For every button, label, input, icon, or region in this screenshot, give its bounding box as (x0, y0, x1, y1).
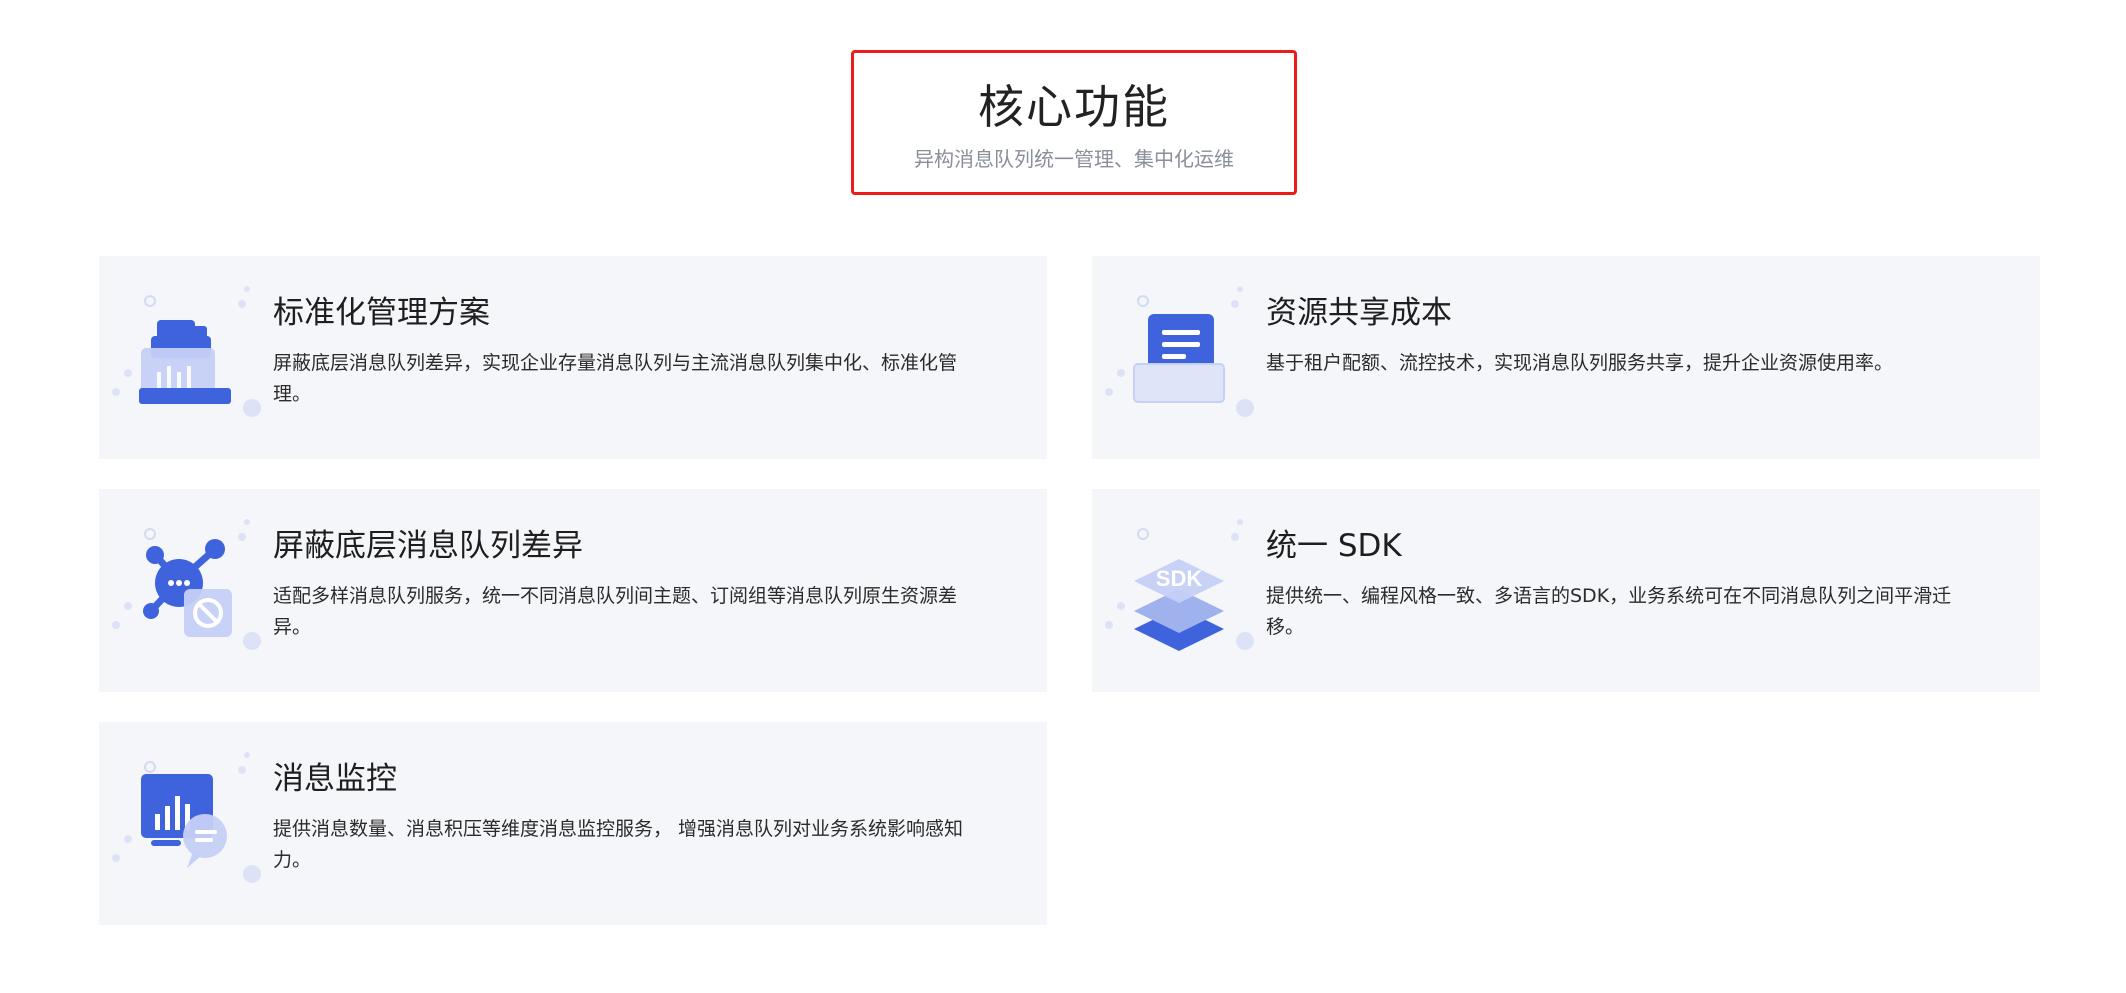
card-title: 消息监控 (273, 761, 397, 797)
card-description: 提供统一、编程风格一致、多语言的SDK，业务系统可在不同消息队列之间平滑迁移。 (1266, 585, 1952, 638)
sdk-icon-label: SDK (1156, 566, 1203, 591)
page-title: 核心功能 (978, 80, 1170, 134)
database-stack-icon (99, 256, 271, 459)
network-block-icon (99, 489, 271, 692)
card-title: 屏蔽底层消息队列差异 (273, 528, 583, 564)
feature-card-unified-sdk: SDK 统一 SDK 提供统一、编程风格一致、多语言的SDK，业务系统可在不同消… (1092, 489, 2040, 692)
card-description: 屏蔽底层消息队列差异，实现企业存量消息队列与主流消息队列集中化、标准化管理。 (273, 352, 958, 405)
card-description: 适配多样消息队列服务，统一不同消息队列间主题、订阅组等消息队列原生资源差异。 (273, 585, 958, 638)
feature-card-message-monitoring: 消息监控 提供消息数量、消息积压等维度消息监控服务， 增强消息队列对业务系统影响… (99, 722, 1047, 925)
monitor-chart-icon (99, 722, 271, 925)
page-subtitle: 异构消息队列统一管理、集中化运维 (914, 147, 1234, 171)
card-title: 标准化管理方案 (273, 295, 490, 331)
card-title: 资源共享成本 (1266, 295, 1452, 331)
document-tray-icon (1092, 256, 1264, 459)
feature-card-resource-sharing: 资源共享成本 基于租户配额、流控技术，实现消息队列服务共享，提升企业资源使用率。 (1092, 256, 2040, 459)
card-title: 统一 SDK (1266, 528, 1402, 564)
card-description: 提供消息数量、消息积压等维度消息监控服务， 增强消息队列对业务系统影响感知力。 (273, 818, 964, 871)
feature-card-standardized-management: 标准化管理方案 屏蔽底层消息队列差异，实现企业存量消息队列与主流消息队列集中化、… (99, 256, 1047, 459)
card-description: 基于租户配额、流控技术，实现消息队列服务共享，提升企业资源使用率。 (1266, 352, 1894, 374)
section-header: 核心功能 异构消息队列统一管理、集中化运维 (851, 50, 1297, 195)
feature-card-mask-mq-differences: 屏蔽底层消息队列差异 适配多样消息队列服务，统一不同消息队列间主题、订阅组等消息… (99, 489, 1047, 692)
sdk-layers-icon: SDK (1092, 489, 1264, 692)
